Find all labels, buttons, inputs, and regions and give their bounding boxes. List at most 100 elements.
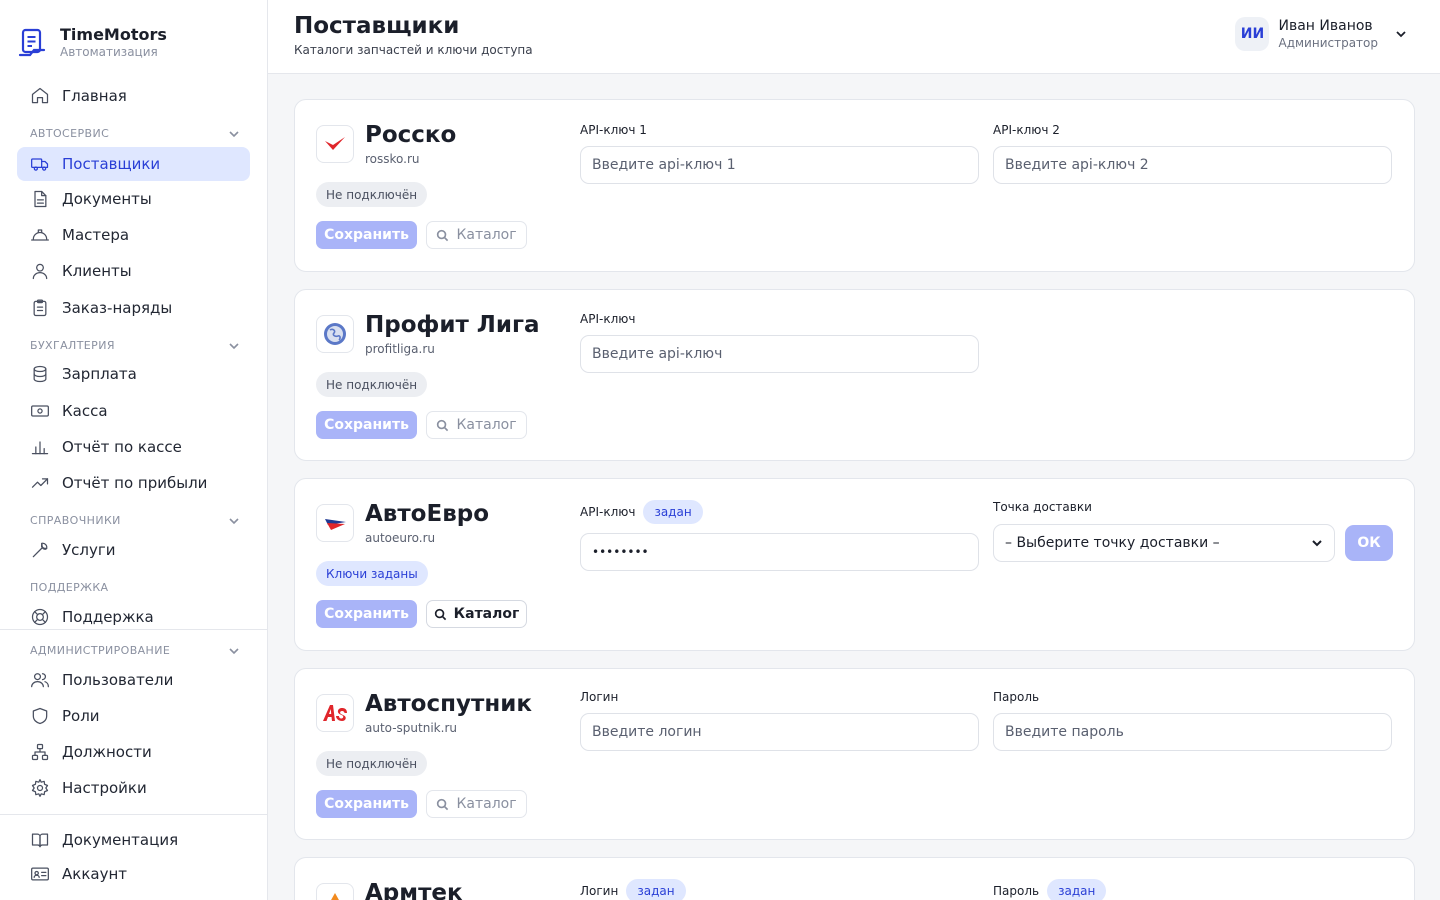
api-key-2-input[interactable] [993,146,1392,184]
hard-hat-icon [30,225,50,245]
field-label-text: API-ключ 2 [993,123,1060,137]
section-autoservice[interactable]: АВТОСЕРВИС [30,127,240,140]
gear-icon [30,778,50,798]
sidebar-item-cash-report[interactable]: Отчёт по кассе [17,430,250,464]
sidebar-item-documents[interactable]: Документы [17,182,250,216]
sidebar-item-clients[interactable]: Клиенты [17,254,250,288]
sidebar-item-label: Отчёт по прибыли [62,474,208,492]
password-input[interactable] [993,713,1392,751]
field-label: Точка доставки [993,500,1092,514]
section-accounting[interactable]: БУХГАЛТЕРИЯ [30,339,240,352]
field-label: Логин [580,690,618,704]
field-label: API-ключ 2 [993,123,1060,137]
banknote-icon [30,401,50,421]
supplier-name: Автоспутник [365,691,532,717]
book-icon [30,830,50,850]
login-input[interactable] [580,713,979,751]
supplier-name: АвтоЕвро [365,501,490,527]
armtek-logo-icon [331,893,339,900]
search-icon [437,798,449,810]
supplier-card-profitliga: Профит Лига profitliga.ru Не подключён С… [294,289,1415,461]
catalog-label: Каталог [456,796,517,812]
sidebar-item-profit-report[interactable]: Отчёт по прибыли [17,466,250,500]
sidebar-item-label: Отчёт по кассе [62,438,182,456]
sidebar-item-work-orders[interactable]: Заказ-наряды [17,291,250,325]
catalog-button[interactable]: Каталог [426,790,527,818]
api-key-input[interactable] [580,335,979,373]
top-bar: Поставщики Каталоги запчастей и ключи до… [268,0,1440,74]
sidebar-item-home[interactable]: Главная [17,79,250,113]
sidebar-item-label: Клиенты [62,262,132,280]
home-icon [30,86,50,106]
api-key-1-input[interactable] [580,146,979,184]
sidebar-item-roles[interactable]: Роли [17,699,250,733]
sidebar-divider [0,629,268,630]
sidebar-item-masters[interactable]: Мастера [17,218,250,252]
catalog-button[interactable]: Каталог [426,600,527,628]
save-button[interactable]: Сохранить [316,411,417,439]
key-set-badge: задан [626,879,686,900]
supplier-logo [316,694,354,732]
user-menu[interactable]: ИИ Иван Иванов Администратор [1235,17,1408,51]
truck-icon [30,154,50,174]
sidebar-item-cash[interactable]: Касса [17,394,250,428]
ok-button[interactable]: ОК [1345,525,1393,561]
supplier-domain: auto-sputnik.ru [365,721,457,735]
field-label: Пароль [993,690,1039,704]
supplier-logo [316,125,354,163]
brand-logo-icon [18,28,46,57]
sidebar-item-users[interactable]: Пользователи [17,663,250,697]
supplier-card-autosputnik: Автоспутник auto-sputnik.ru Не подключён… [294,668,1415,840]
save-button[interactable]: Сохранить [316,600,417,628]
hierarchy-icon [30,742,50,762]
catalog-button[interactable]: Каталог [426,221,527,249]
section-administration[interactable]: АДМИНИСТРИРОВАНИЕ [30,644,240,657]
sidebar-item-positions[interactable]: Должности [17,735,250,769]
section-label: БУХГАЛТЕРИЯ [30,339,115,352]
supplier-name: Профит Лига [365,312,540,338]
sidebar-item-label: Настройки [62,779,147,797]
avatar: ИИ [1235,17,1270,51]
save-button[interactable]: Сохранить [316,221,417,249]
field-label-text: API-ключ 1 [580,123,647,137]
supplier-card-autoeuro: АвтоЕвро autoeuro.ru Ключи заданы Сохран… [294,478,1415,651]
status-badge: Ключи заданы [316,561,428,586]
delivery-point-select[interactable]: – Выберите точку доставки – [993,524,1335,562]
sidebar-item-services[interactable]: Услуги [17,533,250,567]
catalog-button[interactable]: Каталог [426,411,527,439]
supplier-card-rossko: Росско rossko.ru Не подключён Сохранить … [294,99,1415,272]
sidebar-item-label: Поддержка [62,608,154,626]
sidebar-item-suppliers[interactable]: Поставщики [17,147,250,181]
section-support: ПОДДЕРЖКА [30,581,240,594]
sidebar-item-settings[interactable]: Настройки [17,771,250,805]
supplier-logo [316,315,354,353]
field-label-text: API-ключ [580,505,636,519]
field-label-text: Логин [580,884,619,898]
id-card-icon [30,864,50,884]
user-name: Иван Иванов [1278,18,1373,34]
sidebar-item-label: Роли [62,707,100,725]
field-label-text: Логин [580,690,619,704]
sidebar-item-documentation[interactable]: Документация [17,823,250,857]
api-key-input[interactable] [580,533,979,571]
key-set-badge: задан [1047,879,1107,900]
chevron-down-icon [1396,31,1406,38]
chevron-down-icon [1312,540,1322,547]
section-label: СПРАВОЧНИКИ [30,514,121,527]
section-label: ПОДДЕРЖКА [30,581,109,594]
sidebar-item-label: Мастера [62,226,130,244]
supplier-domain: rossko.ru [365,152,420,166]
field-label: API-ключ [580,312,635,326]
brand[interactable]: TimeMotors Автоматизация [18,26,167,60]
search-icon [434,608,446,620]
field-label: API-ключ задан [580,500,703,524]
section-references[interactable]: СПРАВОЧНИКИ [30,514,240,527]
lifebuoy-icon [30,607,50,627]
sidebar-item-salary[interactable]: Зарплата [17,357,250,391]
bar-chart-icon [30,437,50,457]
save-button[interactable]: Сохранить [316,790,417,818]
sidebar-item-account[interactable]: Аккаунт [17,857,250,891]
supplier-card-armtek: Армтек Логин задан Пароль задан [294,857,1415,900]
supplier-logo [316,504,354,542]
clipboard-icon [30,298,50,318]
